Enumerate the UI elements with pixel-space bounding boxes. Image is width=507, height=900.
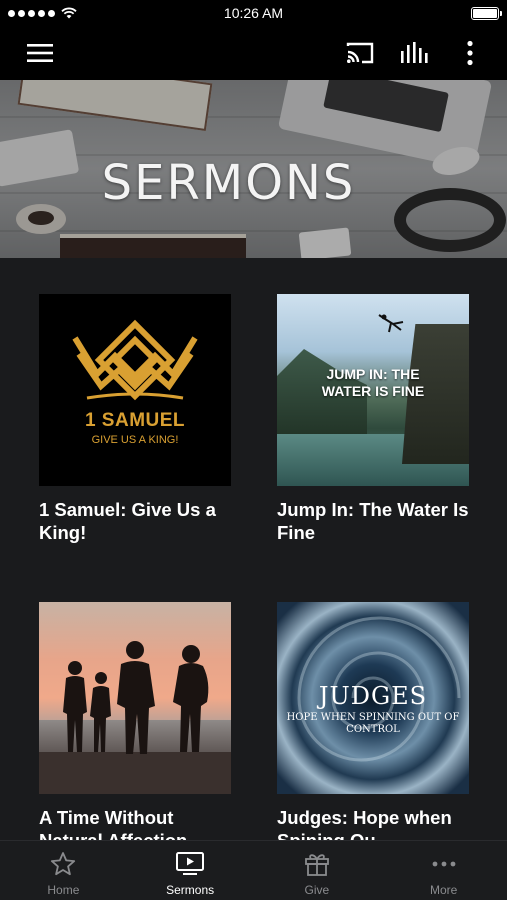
sermon-title: A Time Without Natural Affection (39, 807, 187, 840)
sermon-thumbnail: JUMP IN: THE WATER IS FINE (277, 294, 469, 486)
hero-banner: SERMONS (0, 80, 507, 258)
sermon-card[interactable]: JUDGES HOPE WHEN SPINNING OUT OF CONTROL… (277, 602, 469, 840)
tab-label: Home (47, 883, 80, 897)
tab-more[interactable]: More (380, 841, 507, 900)
thumbnail-subtitle: HOPE WHEN SPINNING OUT OF CONTROL (286, 712, 460, 735)
status-bar: 10:26 AM (0, 0, 507, 26)
tab-give[interactable]: Give (254, 841, 381, 900)
thumbnail-text: JUMP IN: THE WATER IS FINE (321, 366, 425, 399)
cellular-signal-icon (8, 9, 55, 17)
tab-sermons[interactable]: Sermons (127, 841, 254, 900)
equalizer-icon (401, 42, 428, 63)
audio-button[interactable] (396, 36, 432, 70)
sermon-card[interactable]: 1 SAMUEL GIVE US A KING! 1 Samuel: Give … (39, 294, 231, 544)
cast-button[interactable] (342, 36, 378, 70)
thumbnail-title: 1 SAMUEL (84, 410, 186, 431)
sermon-title: Judges: Hope when Spining Ou (277, 807, 452, 840)
app-bar (0, 26, 507, 80)
tab-home[interactable]: Home (0, 841, 127, 900)
status-signal-group (8, 7, 77, 19)
family-silhouette-icon (63, 641, 209, 754)
sermon-title: Jump In: The Water Is Fine (277, 499, 469, 543)
menu-button[interactable] (22, 36, 58, 70)
tab-label: More (429, 883, 458, 897)
gift-icon (304, 854, 329, 876)
jumper-silhouette-icon (378, 314, 404, 333)
sermon-title: 1 Samuel: Give Us a King! (39, 499, 216, 543)
star-icon (51, 852, 76, 876)
tab-bar: Home Sermons Give More (0, 840, 507, 900)
sermon-thumbnail: JUDGES HOPE WHEN SPINNING OUT OF CONTROL (277, 602, 469, 794)
menu-icon (27, 44, 53, 62)
sermon-card[interactable]: JUMP IN: THE WATER IS FINE Jump In: The … (277, 294, 469, 544)
hero-title: SERMONS (101, 155, 356, 211)
cast-icon (346, 42, 374, 64)
wifi-icon (61, 7, 77, 19)
more-horizontal-icon (432, 861, 456, 867)
battery-icon (471, 6, 502, 20)
sermon-grid: 1 SAMUEL GIVE US A KING! 1 Samuel: Give … (0, 258, 507, 840)
crown-icon (72, 319, 198, 401)
more-options-button[interactable] (452, 36, 488, 70)
sermon-card[interactable]: A Time Without Natural Affection (39, 602, 231, 840)
tv-play-icon (176, 852, 205, 875)
tab-label: Give (304, 883, 330, 897)
thumbnail-subtitle: GIVE US A KING! (91, 434, 179, 446)
sermon-thumbnail (39, 602, 231, 794)
sermon-thumbnail: 1 SAMUEL GIVE US A KING! (39, 294, 231, 486)
tab-label: Sermons (166, 883, 215, 897)
thumbnail-title: JUDGES (318, 682, 428, 710)
more-vertical-icon (467, 40, 473, 66)
